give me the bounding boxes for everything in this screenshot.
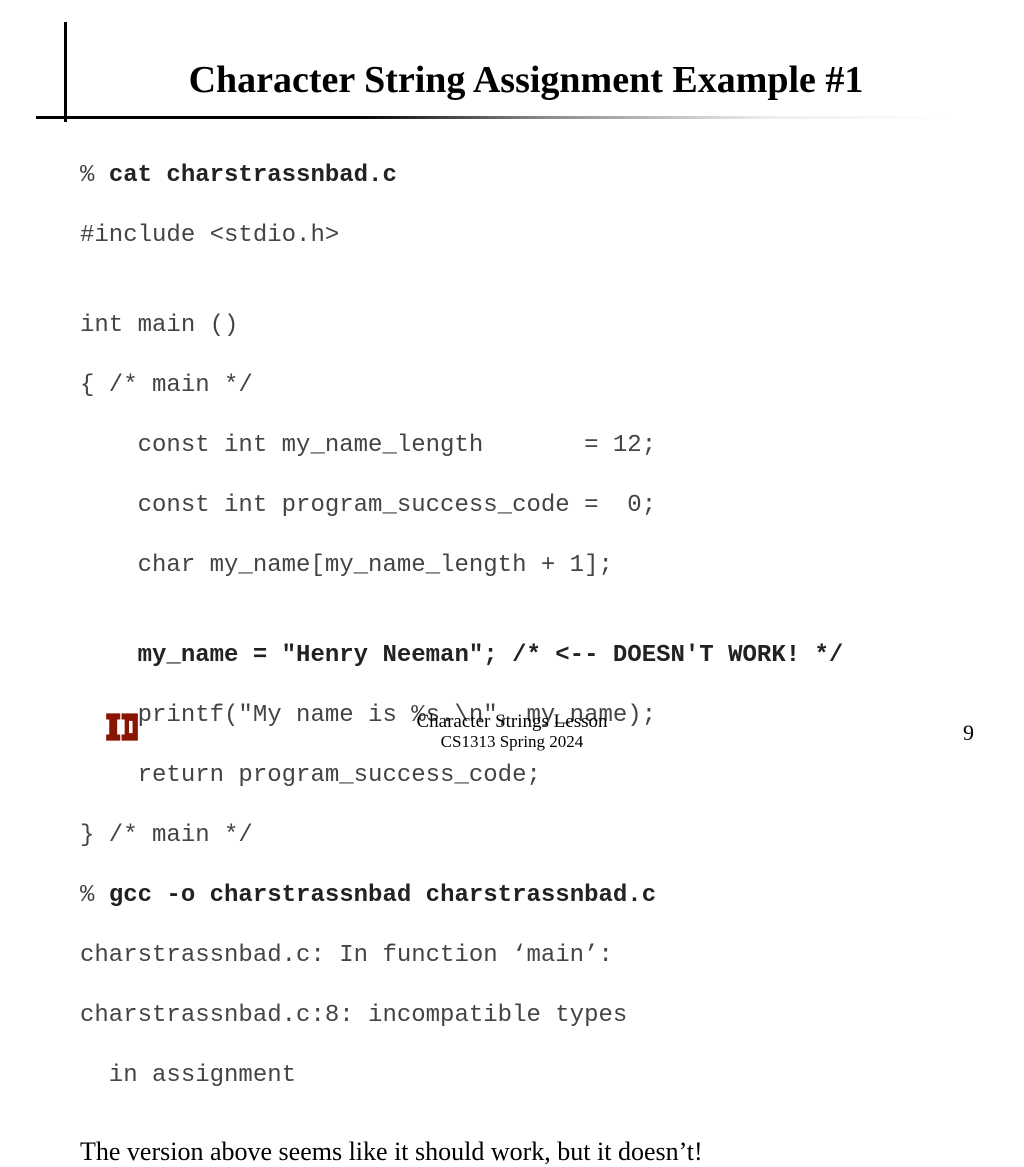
code-line: return program_success_code; [80, 761, 984, 791]
code-line: char my_name[my_name_length + 1]; [80, 551, 984, 581]
code-line: int main () [80, 311, 984, 341]
commentary-text: The version above seems like it should w… [80, 1137, 984, 1167]
shell-command-cat: cat charstrassnbad.c [109, 162, 397, 189]
compiler-output: charstrassnbad.c: In function ‘main’: [80, 941, 984, 971]
footer-course: CS1313 Spring 2024 [416, 732, 607, 752]
compiler-output: in assignment [80, 1061, 984, 1091]
title-vertical-rule [64, 22, 67, 122]
shell-prompt: % [80, 162, 109, 189]
code-line: { /* main */ [80, 371, 984, 401]
shell-prompt: % [80, 882, 109, 909]
code-line: } /* main */ [80, 821, 984, 851]
code-line: const int program_success_code = 0; [80, 491, 984, 521]
page-number: 9 [963, 720, 974, 746]
code-block: % cat charstrassnbad.c #include <stdio.h… [80, 131, 984, 1121]
slide-title: Character String Assignment Example #1 [68, 28, 984, 116]
title-horizontal-rule [36, 116, 952, 119]
compiler-output: charstrassnbad.c:8: incompatible types [80, 1001, 984, 1031]
code-line-emphasis: my_name = "Henry Neeman"; /* <-- DOESN'T… [80, 641, 984, 671]
code-line: #include <stdio.h> [80, 221, 984, 251]
slide-footer: Character Strings Lesson CS1313 Spring 2… [0, 711, 1024, 752]
code-line: const int my_name_length = 12; [80, 431, 984, 461]
footer-lesson: Character Strings Lesson [416, 711, 607, 733]
shell-command-gcc: gcc -o charstrassnbad charstrassnbad.c [109, 882, 656, 909]
